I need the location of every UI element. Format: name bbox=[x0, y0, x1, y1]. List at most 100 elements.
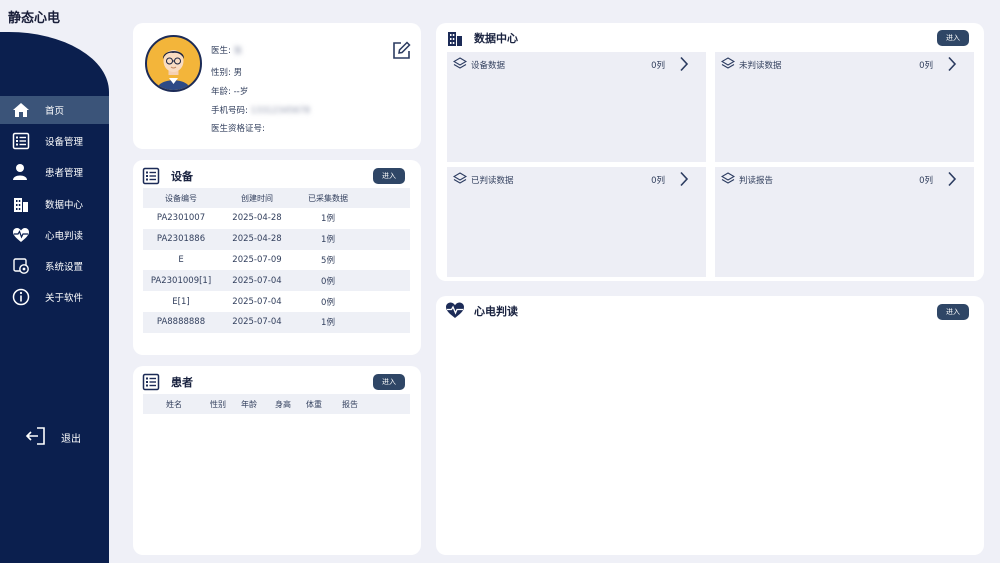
info-icon bbox=[12, 288, 30, 306]
tile-label: 未判读数据 bbox=[739, 61, 782, 71]
patient-list-icon bbox=[142, 373, 160, 394]
column-header: 创建时间 bbox=[219, 188, 295, 208]
created-date: 2025-07-04 bbox=[232, 296, 282, 307]
device-id: E bbox=[178, 254, 184, 265]
collected-count: 0例 bbox=[321, 297, 335, 308]
row-spacer bbox=[361, 250, 410, 271]
logout-icon bbox=[25, 426, 47, 449]
sidebar-item-label: 设备管理 bbox=[45, 137, 84, 148]
building-icon bbox=[446, 29, 464, 50]
table-row[interactable]: PA2301007 2025-04-28 1例 bbox=[143, 208, 410, 229]
column-header: 体重 bbox=[306, 400, 322, 409]
gender-value: 男 bbox=[233, 68, 243, 78]
table-row[interactable]: PA8888888 2025-07-04 1例 bbox=[143, 311, 410, 333]
table-row[interactable]: PA2301886 2025-04-28 1例 bbox=[143, 228, 410, 250]
sidebar-item-label: 心电判读 bbox=[45, 231, 84, 242]
doctor-name: 医生: 张 bbox=[211, 44, 242, 56]
table-row[interactable]: E[1] 2025-07-04 0例 bbox=[143, 291, 410, 312]
ecg-card: 心电判读 进入 bbox=[436, 296, 984, 555]
column-header: 姓名 bbox=[166, 400, 182, 409]
patient-icon bbox=[12, 163, 30, 181]
created-date: 2025-04-28 bbox=[232, 213, 282, 224]
device-id: PA2301009[1] bbox=[143, 270, 219, 292]
table-row[interactable]: E 2025-07-09 5例 bbox=[143, 250, 410, 271]
created-date: 2025-07-09 bbox=[232, 254, 282, 265]
tile-unread-data[interactable]: 未判读数据 0列 bbox=[715, 52, 974, 162]
tile-label: 已判读数据 bbox=[471, 176, 514, 186]
phone-value: 13312345678 bbox=[250, 106, 311, 116]
sidebar-item-patient-management[interactable]: 患者管理 bbox=[0, 158, 109, 186]
sidebar-item-label: 首页 bbox=[45, 106, 65, 117]
collected-count: 5例 bbox=[321, 255, 335, 266]
column-header: 已采集数据 bbox=[295, 188, 361, 208]
patient-enter-button[interactable]: 进入 bbox=[373, 374, 405, 390]
logout-button[interactable]: 退出 bbox=[25, 426, 81, 449]
data-center-enter-button[interactable]: 进入 bbox=[937, 30, 969, 46]
column-header: 身高 bbox=[275, 400, 291, 409]
device-icon bbox=[12, 132, 30, 150]
tile-label: 判读报告 bbox=[739, 176, 774, 186]
collected-count: 1例 bbox=[321, 214, 335, 225]
column-header: 设备编号 bbox=[143, 188, 219, 208]
sidebar-item-label: 系统设置 bbox=[45, 262, 84, 273]
device-icon bbox=[142, 167, 160, 188]
sidebar-item-system-settings[interactable]: 系统设置 bbox=[0, 252, 109, 280]
table-row[interactable]: PA2301009[1] 2025-07-04 0例 bbox=[143, 270, 410, 292]
sidebar-item-about[interactable]: 关于软件 bbox=[0, 283, 109, 311]
chevron-right-icon[interactable] bbox=[947, 171, 957, 190]
sidebar-item-ecg-reading[interactable]: 心电判读 bbox=[0, 221, 109, 249]
age-label: 年龄: bbox=[211, 87, 231, 97]
ecg-enter-button[interactable]: 进入 bbox=[937, 304, 969, 320]
device-enter-button[interactable]: 进入 bbox=[373, 168, 405, 184]
column-header: 报告 bbox=[342, 400, 358, 409]
tile-label: 设备数据 bbox=[471, 61, 506, 71]
home-icon bbox=[12, 101, 30, 119]
chevron-right-icon[interactable] bbox=[679, 171, 689, 190]
data-center-title: 数据中心 bbox=[474, 32, 518, 45]
collected-count: 1例 bbox=[295, 311, 361, 333]
device-id: PA8888888 bbox=[143, 311, 219, 333]
tile-count: 0列 bbox=[651, 61, 665, 71]
gender-label: 性别: bbox=[211, 68, 231, 78]
row-spacer bbox=[361, 228, 410, 250]
heart-pulse-icon bbox=[445, 301, 465, 322]
tile-reading-report[interactable]: 判读报告 0列 bbox=[715, 167, 974, 277]
data-center-card: 数据中心 进入 设备数据 0列 未判读数据 0列 已判读数据 0列 判读报告 0… bbox=[436, 23, 984, 281]
row-spacer bbox=[361, 291, 410, 312]
sidebar-item-data-center[interactable]: 数据中心 bbox=[0, 190, 109, 218]
doctor-age: 年龄: --岁 bbox=[211, 85, 248, 97]
chevron-right-icon[interactable] bbox=[679, 56, 689, 75]
doctor-license: 医生资格证号: bbox=[211, 122, 265, 134]
doctor-value: 张 bbox=[233, 46, 243, 56]
edit-icon[interactable] bbox=[392, 41, 411, 63]
column-header: 性别 bbox=[210, 400, 226, 409]
logout-label: 退出 bbox=[61, 434, 81, 445]
chevron-right-icon[interactable] bbox=[947, 56, 957, 75]
device-id: E[1] bbox=[172, 296, 190, 307]
tile-count: 0列 bbox=[919, 176, 933, 186]
row-spacer bbox=[361, 270, 410, 292]
created-date: 2025-07-04 bbox=[219, 311, 295, 333]
device-table: 设备编号 创建时间 已采集数据 PA2301007 2025-04-28 1例 … bbox=[143, 188, 410, 333]
sidebar-item-home[interactable]: 首页 bbox=[0, 96, 109, 124]
doctor-label: 医生: bbox=[211, 46, 231, 56]
sidebar-item-label: 患者管理 bbox=[45, 168, 84, 179]
column-header-spacer bbox=[361, 188, 410, 208]
layers-icon bbox=[720, 57, 736, 74]
layers-icon bbox=[720, 172, 736, 189]
patient-card: 患者 进入 姓名 性别 年龄 身高 体重 报告 bbox=[133, 366, 421, 555]
age-value: --岁 bbox=[233, 87, 249, 97]
avatar bbox=[145, 35, 202, 92]
profile-card: 医生: 张 性别: 男 年龄: --岁 手机号码: 13312345678 医生… bbox=[133, 23, 421, 149]
tile-device-data[interactable]: 设备数据 0列 bbox=[447, 52, 706, 162]
sidebar: 首页 设备管理 患者管理 数据中心 心电判读 系统设置 关于软件 退出 bbox=[0, 32, 109, 563]
ecg-card-title: 心电判读 bbox=[474, 305, 518, 318]
app-title: 静态心电 bbox=[8, 11, 61, 26]
created-date: 2025-07-04 bbox=[219, 270, 295, 292]
heart-pulse-icon bbox=[12, 226, 30, 244]
collected-count: 0例 bbox=[295, 270, 361, 292]
sidebar-item-device-management[interactable]: 设备管理 bbox=[0, 127, 109, 155]
sidebar-item-label: 关于软件 bbox=[45, 293, 84, 304]
tile-read-data[interactable]: 已判读数据 0列 bbox=[447, 167, 706, 277]
layers-icon bbox=[452, 172, 468, 189]
